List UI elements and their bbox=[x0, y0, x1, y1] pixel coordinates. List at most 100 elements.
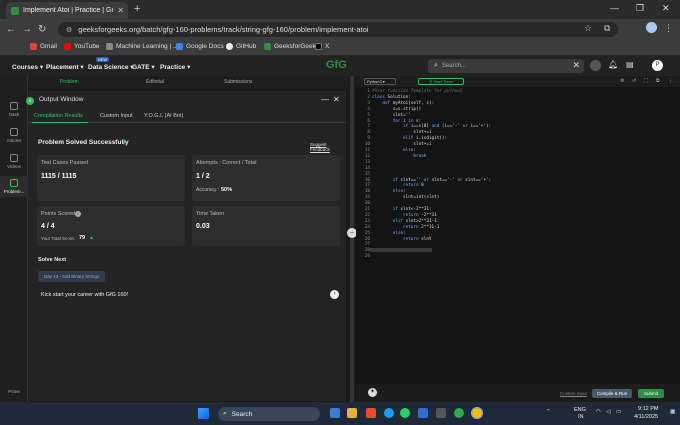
test-cases-value: 1115 / 1115 bbox=[41, 173, 77, 180]
submit-button[interactable]: Submit bbox=[638, 389, 664, 398]
chevron-right-icon[interactable]: › bbox=[330, 290, 339, 299]
copy-icon[interactable]: ⧉ bbox=[656, 78, 660, 84]
url-field[interactable]: ⚙ geeksforgeeks.org/batch/gfg-160-proble… bbox=[58, 22, 618, 37]
notification-icon[interactable]: ▦ bbox=[670, 409, 675, 415]
rail-dash[interactable]: Dash bbox=[0, 102, 28, 117]
language-eng[interactable]: ENG bbox=[574, 407, 586, 413]
suggest-feedback-link[interactable]: Suggest Feedback bbox=[310, 142, 346, 152]
rail-prime[interactable]: Prime bbox=[0, 389, 28, 394]
forward-icon[interactable]: → bbox=[22, 24, 32, 35]
theme-toggle-icon[interactable] bbox=[590, 60, 601, 71]
app-icon[interactable] bbox=[366, 408, 376, 418]
search-icon: ⌕ bbox=[434, 62, 438, 69]
site-info-icon[interactable]: ⚙ bbox=[66, 26, 72, 34]
bookmark-github[interactable]: GitHub bbox=[226, 43, 256, 50]
bookmark-gfg[interactable]: GeeksforGeeks bbox=[264, 43, 319, 50]
code-line[interactable]: slnt=int(slnt) bbox=[372, 195, 439, 201]
reset-icon[interactable]: ↺ bbox=[632, 78, 636, 84]
taskbar-search[interactable]: ⌕ Search bbox=[218, 407, 320, 421]
bookmark-star-icon[interactable]: ☆ bbox=[584, 23, 592, 34]
tab-editorial[interactable]: Editorial bbox=[146, 79, 164, 85]
menu-data-science[interactable]: Data Science ▾ bbox=[88, 63, 134, 71]
menu-placement[interactable]: Placement ▾ bbox=[46, 63, 84, 71]
tab-problem[interactable]: Problem bbox=[60, 79, 79, 85]
battery-icon[interactable]: ▭ bbox=[616, 409, 621, 415]
minimize-output-icon[interactable]: — bbox=[321, 95, 329, 104]
settings-icon[interactable]: ⚙ bbox=[620, 78, 624, 84]
custom-input-link[interactable]: Custom Input bbox=[560, 391, 587, 396]
close-output-icon[interactable]: ✕ bbox=[333, 95, 340, 104]
menu-courses[interactable]: Courses ▾ bbox=[12, 63, 43, 71]
reload-icon[interactable]: ↻ bbox=[38, 24, 46, 35]
more-icon[interactable]: ⋮ bbox=[668, 78, 673, 84]
close-window-icon[interactable]: ✕ bbox=[662, 3, 670, 14]
wifi-icon[interactable]: ◠ bbox=[596, 409, 601, 415]
notification-bell-icon[interactable]: 🔔︎ bbox=[608, 60, 618, 69]
copilot-icon[interactable] bbox=[330, 408, 340, 418]
tab-custom-input[interactable]: Custom Input bbox=[100, 113, 133, 119]
code-line[interactable]: break bbox=[372, 154, 426, 160]
code-area[interactable]: 1 #User function Template for python3 2 cla… bbox=[356, 89, 680, 269]
problem-tabs: Problem Editorial Submissions bbox=[28, 76, 352, 88]
vscode-icon[interactable] bbox=[418, 408, 428, 418]
taskbar: ⌕ Search ⌃ ENG IN ◠ ◁ ▭ 9:12 PM 4/11/202… bbox=[0, 402, 680, 425]
start-timer-button[interactable]: ◷ Start Timer bbox=[418, 78, 464, 85]
rail-problems[interactable]: Problem... bbox=[0, 176, 28, 197]
whatsapp-icon[interactable] bbox=[400, 408, 410, 418]
accuracy-value: 50% bbox=[221, 187, 233, 193]
clock-date[interactable]: 4/11/2025 bbox=[634, 414, 658, 420]
close-tab-icon[interactable]: ✕ bbox=[117, 6, 128, 15]
rail-videos[interactable]: Videos bbox=[0, 154, 28, 169]
chrome-active-icon[interactable] bbox=[471, 407, 483, 419]
output-title: Output Window bbox=[39, 96, 84, 103]
total-score-value: 79 bbox=[79, 235, 86, 241]
windows-start-icon[interactable] bbox=[198, 408, 209, 419]
pane-splitter[interactable] bbox=[350, 76, 354, 402]
profile-avatar[interactable] bbox=[646, 22, 657, 33]
search-icon: ⌕ bbox=[223, 410, 227, 417]
line-number: 29 bbox=[364, 254, 370, 260]
output-header: » Output Window — ✕ bbox=[26, 91, 346, 109]
back-icon[interactable]: ← bbox=[6, 24, 16, 35]
bookmark-ml[interactable]: Machine Learning | ... bbox=[106, 43, 178, 50]
tab-compilation-results[interactable]: Compilation Results bbox=[34, 113, 83, 119]
tray-overflow-icon[interactable]: ⌃ bbox=[546, 409, 551, 415]
compile-run-button[interactable]: Compile & Run bbox=[592, 389, 632, 398]
bookmark-google-docs[interactable]: Google Docs bbox=[176, 43, 224, 50]
tab-submissions[interactable]: Submissions bbox=[224, 79, 252, 85]
bookmark-gmail[interactable]: Gmail bbox=[30, 43, 57, 50]
new-tab-icon[interactable]: + bbox=[134, 3, 140, 15]
chrome-icon[interactable] bbox=[454, 408, 464, 418]
next-problem-chip[interactable]: Day 13 - Add Binary Strings bbox=[38, 271, 106, 282]
minimize-icon[interactable]: — bbox=[610, 3, 619, 13]
problems-icon bbox=[10, 179, 18, 187]
browser-tab[interactable]: Implement Atoi | Practice | Gee ✕ bbox=[6, 2, 128, 19]
tab-yogi[interactable]: Y.O.G.I. (AI Bot) bbox=[144, 113, 183, 119]
fullscreen-icon[interactable]: ⛶ bbox=[644, 78, 648, 84]
clear-search-icon[interactable]: ✕ bbox=[572, 60, 580, 71]
code-line[interactable]: return slnt bbox=[372, 237, 431, 243]
bookmark-icon[interactable]: ▤ bbox=[626, 60, 634, 69]
test-cases-label: Test Cases Passed bbox=[41, 160, 89, 166]
language-select[interactable]: Python3 ▾ bbox=[364, 78, 396, 85]
file-explorer-icon[interactable] bbox=[347, 408, 357, 418]
language-in[interactable]: IN bbox=[578, 414, 584, 420]
browser-menu-icon[interactable]: ⋮ bbox=[664, 23, 673, 34]
app-icon-2[interactable] bbox=[436, 408, 446, 418]
maximize-icon[interactable]: ❐ bbox=[636, 3, 644, 14]
volume-icon[interactable]: ◁ bbox=[606, 409, 610, 415]
bookmark-youtube[interactable]: YouTube bbox=[64, 43, 100, 50]
ai-assistant-icon[interactable]: ✦ bbox=[368, 388, 377, 397]
current-line-highlight bbox=[370, 248, 432, 252]
clock-time[interactable]: 9:12 PM bbox=[638, 406, 658, 412]
search-input[interactable]: ⌕ Search... ✕ bbox=[428, 59, 584, 73]
rail-articles[interactable]: Articles bbox=[0, 128, 28, 143]
user-avatar[interactable]: P bbox=[652, 60, 663, 71]
bookmark-x[interactable]: X bbox=[315, 43, 329, 50]
gfg-logo[interactable]: GfG bbox=[326, 59, 350, 72]
menu-gate[interactable]: GATE ▾ bbox=[132, 63, 155, 71]
extensions-icon[interactable]: ⧉ bbox=[604, 23, 610, 34]
edge-icon[interactable] bbox=[384, 408, 394, 418]
menu-practice[interactable]: Practice ▾ bbox=[160, 63, 190, 71]
info-icon[interactable]: i bbox=[75, 211, 81, 217]
